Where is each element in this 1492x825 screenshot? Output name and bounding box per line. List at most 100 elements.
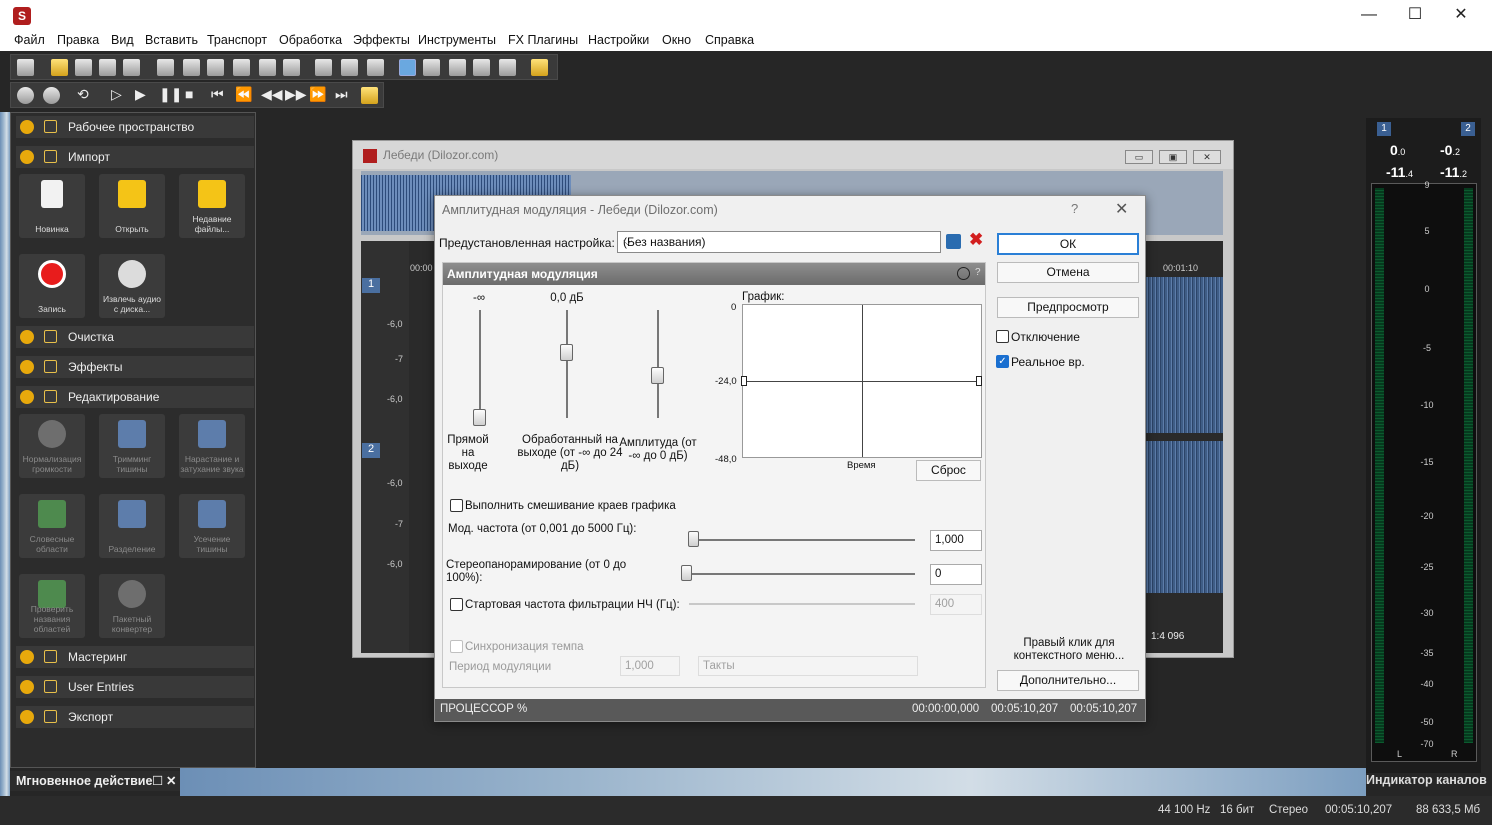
menu-tools[interactable]: Инструменты [418, 33, 496, 47]
track-1-number[interactable]: 1 [362, 278, 380, 293]
sync-icon[interactable] [361, 87, 378, 104]
ok-button[interactable]: ОК [997, 233, 1139, 255]
redo-icon[interactable] [341, 59, 358, 76]
save-icon[interactable] [75, 59, 92, 76]
preview-button[interactable]: Предпросмотр [997, 297, 1139, 318]
trim-icon[interactable] [283, 59, 300, 76]
meter-channel-1[interactable]: 1 [1377, 122, 1391, 136]
menu-fx-plugins[interactable]: FX Плагины [508, 33, 578, 47]
go-to-start-icon[interactable]: ⏮ [211, 86, 224, 103]
blend-edges-checkbox[interactable] [450, 499, 463, 512]
tile-fade[interactable]: Нарастание и затухание звука [179, 414, 245, 478]
save-all-icon[interactable] [123, 59, 140, 76]
tile-check-region-names[interactable]: Проверить названия областей [19, 574, 85, 638]
pause-icon[interactable]: ❚❚ [159, 86, 182, 103]
stereo-pan-slider[interactable] [681, 565, 692, 581]
dialog-close-button[interactable]: ✕ [1115, 199, 1128, 219]
section-effects[interactable]: Эффекты [16, 356, 254, 378]
lowpass-checkbox[interactable] [450, 598, 463, 611]
tile-extract-cd[interactable]: Извлечь аудио с диска... [99, 254, 165, 318]
tile-record[interactable]: Запись [19, 254, 85, 318]
previous-marker-icon[interactable]: ⏪ [235, 86, 252, 103]
record-icon[interactable] [43, 87, 60, 104]
sample-rate[interactable]: 44 100 Hz [1158, 804, 1210, 816]
undo-icon[interactable] [315, 59, 332, 76]
section-workspace[interactable]: Рабочее пространство [16, 116, 254, 138]
realtime-checkbox[interactable]: ✓ [996, 355, 1009, 368]
bit-depth[interactable]: 16 бит [1220, 804, 1254, 816]
envelope-point-start[interactable] [741, 376, 747, 386]
menu-process[interactable]: Обработка [279, 33, 342, 47]
tile-trim-silence[interactable]: Тримминг тишины [99, 414, 165, 478]
play-from-start-icon[interactable]: ▷ [111, 86, 122, 103]
mod-freq-input[interactable]: 1,000 [930, 530, 982, 551]
go-to-end-icon[interactable]: ⏭ [335, 86, 348, 103]
dialog-help-button[interactable]: ? [1071, 201, 1078, 216]
bypass-checkbox[interactable] [996, 330, 1009, 343]
wet-out-slider[interactable] [560, 344, 573, 361]
tile-open[interactable]: Открыть [99, 174, 165, 238]
save-as-icon[interactable] [99, 59, 116, 76]
meter-channel-2[interactable]: 2 [1461, 122, 1475, 136]
copy-icon[interactable] [183, 59, 200, 76]
delete-preset-icon[interactable]: ✖ [969, 230, 983, 250]
channel-mode[interactable]: Стерео [1269, 804, 1308, 816]
envelope-point-end[interactable] [976, 376, 982, 386]
level-meter[interactable]: 9 5 0 -5 -10 -15 -20 -25 -30 -35 -40 -50… [1371, 180, 1477, 762]
section-mastering[interactable]: Мастеринг [16, 646, 254, 668]
loop-icon[interactable]: ⟲ [77, 86, 89, 103]
next-marker-icon[interactable]: ⏩ [309, 86, 326, 103]
new-file-icon[interactable] [17, 59, 34, 76]
amplitude-slider[interactable] [651, 367, 664, 384]
plugin-help-icon[interactable]: ? [975, 267, 981, 278]
menu-settings[interactable]: Настройки [588, 33, 649, 47]
section-import[interactable]: Импорт [16, 146, 254, 168]
cut-icon[interactable] [157, 59, 174, 76]
tempo-sync-checkbox[interactable] [450, 640, 463, 653]
paste-mix-icon[interactable] [233, 59, 250, 76]
menu-transport[interactable]: Транспорт [207, 33, 267, 47]
menu-view[interactable]: Вид [111, 33, 134, 47]
dry-out-slider[interactable] [473, 409, 486, 426]
doc-close-button[interactable]: ✕ [1193, 150, 1221, 164]
forward-icon[interactable]: ▶▶ [285, 86, 307, 103]
open-folder-icon[interactable] [51, 59, 68, 76]
pencil-tool-icon[interactable] [449, 59, 466, 76]
maximize-button[interactable]: ☐ [1392, 0, 1438, 31]
lowpass-input[interactable]: 400 [930, 594, 982, 615]
section-export[interactable]: Экспорт [16, 706, 254, 728]
more-button[interactable]: Дополнительно... [997, 670, 1139, 691]
menu-help[interactable]: Справка [705, 33, 754, 47]
paste-crossfade-icon[interactable] [259, 59, 276, 76]
instant-action-tab[interactable]: Мгновенное действие ☐ ✕ [10, 771, 180, 791]
doc-minimize-button[interactable]: ▭ [1125, 150, 1153, 164]
envelope-tool-icon[interactable] [473, 59, 490, 76]
tile-recent[interactable]: Недавние файлы... [179, 174, 245, 238]
section-user-entries[interactable]: User Entries [16, 676, 254, 698]
stop-icon[interactable]: ■ [185, 86, 193, 102]
mod-freq-slider[interactable] [688, 531, 699, 547]
minimize-button[interactable]: — [1346, 0, 1392, 31]
mod-period-input[interactable]: 1,000 [620, 656, 680, 676]
close-icon[interactable]: ✕ [166, 773, 176, 788]
menu-file[interactable]: Файл [14, 33, 45, 47]
repeat-icon[interactable] [367, 59, 384, 76]
doc-restore-button[interactable]: ▣ [1159, 150, 1187, 164]
menu-insert[interactable]: Вставить [145, 33, 198, 47]
envelope-graph[interactable] [741, 304, 982, 458]
save-preset-icon[interactable] [946, 234, 961, 249]
reset-button[interactable]: Сброс [916, 460, 981, 481]
tile-batch-converter[interactable]: Пакетный конвертер [99, 574, 165, 638]
section-cleanup[interactable]: Очистка [16, 326, 254, 348]
tile-word-regions[interactable]: Словесные области [19, 494, 85, 558]
paste-icon[interactable] [207, 59, 224, 76]
play-icon[interactable]: ▶ [135, 86, 146, 103]
record-arm-icon[interactable] [17, 87, 34, 104]
edit-tool-icon[interactable] [399, 59, 416, 76]
plugin-menu-icon[interactable] [957, 267, 970, 280]
magnify-tool-icon[interactable] [423, 59, 440, 76]
section-editing[interactable]: Редактирование [16, 386, 254, 408]
mod-period-unit-dropdown[interactable]: Такты [698, 656, 918, 676]
menu-edit[interactable]: Правка [57, 33, 99, 47]
smart-tool-icon[interactable] [499, 59, 516, 76]
